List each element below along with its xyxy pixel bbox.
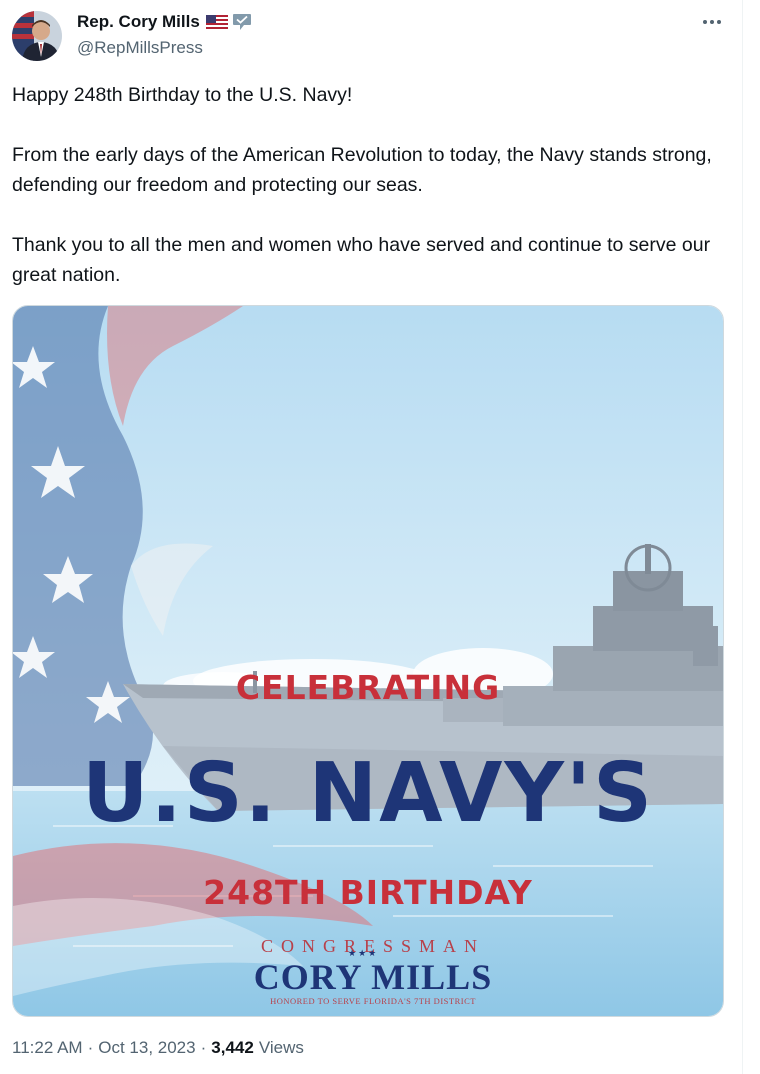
headline-navy: U.S. NAVY'S xyxy=(81,746,655,841)
logo-tagline: HONORED TO SERVE FLORIDA'S 7TH DISTRICT xyxy=(270,996,476,1006)
tweet-date[interactable]: Oct 13, 2023 xyxy=(98,1038,195,1058)
us-flag-icon xyxy=(205,15,228,29)
tweet-image[interactable]: CELEBRATING U.S. NAVY'S 248TH BIRTHDAY C… xyxy=(12,305,724,1017)
headline-birthday: 248TH BIRTHDAY xyxy=(203,873,533,912)
tweet-paragraph: Thank you to all the men and women who h… xyxy=(12,234,711,286)
tweet-meta: 11:22 AM · Oct 13, 2023 · 3,442 Views xyxy=(12,1038,304,1058)
government-badge-icon[interactable] xyxy=(232,13,252,31)
views-count[interactable]: 3,442 xyxy=(211,1038,254,1058)
timeline-divider xyxy=(742,0,743,1074)
logo-name: CORY MILLS xyxy=(253,957,493,997)
tweet-time[interactable]: 11:22 AM xyxy=(12,1038,83,1058)
tweet-paragraph: Happy 248th Birthday to the U.S. Navy! xyxy=(12,84,353,106)
meta-separator: · xyxy=(200,1038,207,1057)
handle[interactable]: @RepMillsPress xyxy=(77,38,203,58)
display-name[interactable]: Rep. Cory Mills xyxy=(77,12,200,32)
meta-separator: · xyxy=(87,1038,94,1057)
tweet-paragraph: From the early days of the American Revo… xyxy=(12,144,712,196)
views-label[interactable]: Views xyxy=(259,1038,304,1058)
tweet-text: Happy 248th Birthday to the U.S. Navy! F… xyxy=(12,80,732,290)
headline-celebrating: CELEBRATING xyxy=(235,668,501,707)
avatar[interactable] xyxy=(12,11,62,61)
more-options-icon[interactable] xyxy=(700,10,724,34)
